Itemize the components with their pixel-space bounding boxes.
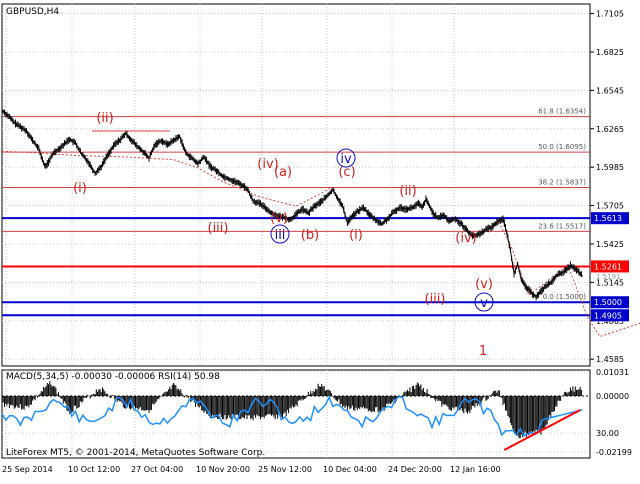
wave-label: v xyxy=(480,296,488,311)
y-tick-label: 1.6825 xyxy=(596,48,624,57)
wave-label: (v) xyxy=(270,211,288,226)
chart-root: 1.7105 1.6825 1.6545 1.6265 1.5985 1.5705 1.54… xyxy=(0,0,640,480)
wave-label: (b) xyxy=(301,228,319,243)
chart-svg: 1.7105 1.6825 1.6545 1.6265 1.5985 1.5705 1.54… xyxy=(0,0,640,480)
wave-label: iv xyxy=(340,152,352,167)
x-tick-label: 27 Oct 04:00 xyxy=(131,465,183,474)
x-tick-label: 10 Oct 12:00 xyxy=(68,465,120,474)
indicator-tick-label: 0.00000 xyxy=(596,392,629,401)
x-tick-label: 25 Nov 12:00 xyxy=(258,465,312,474)
x-tick-label: 12 Jan 16:00 xyxy=(450,465,501,474)
wave-label: (ii) xyxy=(96,111,113,126)
wave-label: (v) xyxy=(475,277,493,292)
wave-label: (iii) xyxy=(208,221,229,236)
wave-label: (i) xyxy=(73,181,87,196)
y-tick-label: 1.7105 xyxy=(596,10,624,19)
indicator-title: MACD(5,34,5) -0.00030 -0.00006 RSI(14) 5… xyxy=(6,372,220,382)
price-tag-text: 1.5000 xyxy=(594,298,622,307)
fib-level-label: 23.6 (1.5517) xyxy=(538,222,586,230)
x-tick-label: 25 Sep 2014 xyxy=(2,465,53,474)
x-tick-label: 24 Dec 20:00 xyxy=(388,465,442,474)
fib-level-label: 0.0 (1.5000) xyxy=(543,293,587,301)
y-tick-label: 1.5985 xyxy=(596,163,624,172)
wave-label: (a) xyxy=(274,165,292,180)
wave-label: (iv) xyxy=(455,231,476,246)
wave-label: (ii) xyxy=(399,184,416,199)
symbol-title: GBPUSD,H4 xyxy=(6,7,59,17)
fib-level-label: 50.0 (1.6095) xyxy=(538,143,586,151)
fib-level-label: 61.8 (1.6354) xyxy=(538,108,586,116)
price-tag-text: 1.4905 xyxy=(594,311,622,320)
y-tick-label: 1.4585 xyxy=(596,355,624,364)
copyright-text: LiteForex MT5, © 2001-2014, MetaQuotes S… xyxy=(6,448,265,458)
x-tick-label: 10 Dec 04:00 xyxy=(323,465,377,474)
fib-level-label: 38.2 (1.5837) xyxy=(538,178,586,186)
background xyxy=(0,0,640,480)
y-tick-label: 1.5425 xyxy=(596,240,624,249)
y-tick-label: 1.5705 xyxy=(596,202,624,211)
wave-label: iii xyxy=(275,228,286,243)
y-tick-label: 1.6545 xyxy=(596,86,624,95)
indicator-tick-label: 30.00 xyxy=(596,429,619,438)
wave-label: (i) xyxy=(349,228,363,243)
wave-label: (iii) xyxy=(425,292,446,307)
price-tag-text: 1.5261 xyxy=(594,262,622,271)
indicator-tick-label: -0.02199 xyxy=(596,448,632,457)
extra-price-label: 1.5191 xyxy=(596,273,621,281)
x-tick-label: 10 Nov 20:00 xyxy=(196,465,250,474)
y-tick-label: 1.6265 xyxy=(596,125,624,134)
indicator-tick-label: 0.01031 xyxy=(596,368,629,377)
price-tag-text: 1.5613 xyxy=(594,214,622,223)
wave-label: 1 xyxy=(479,344,487,359)
